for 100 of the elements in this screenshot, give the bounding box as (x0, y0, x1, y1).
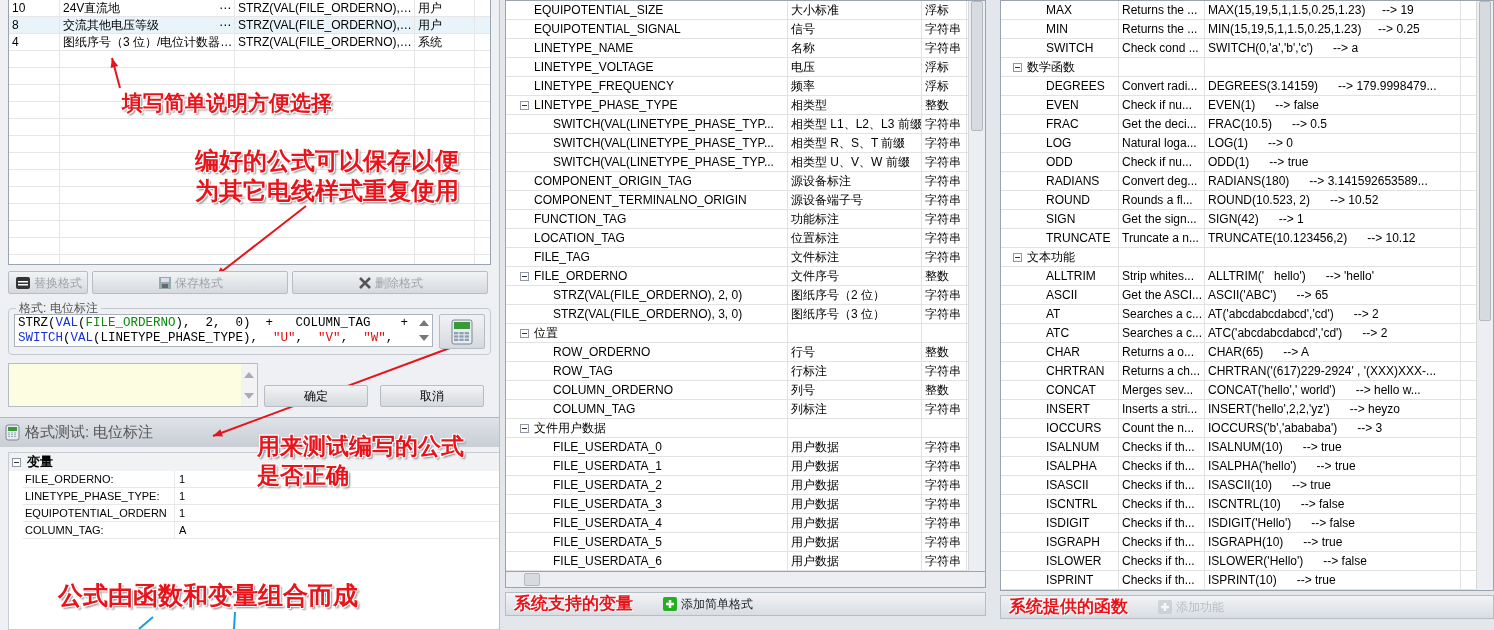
tree-item[interactable]: SWITCH (1046, 39, 1094, 57)
formula-editor[interactable]: STRZ(VAL(FILE_ORDERNO), 2, 0) + COLUMN_TAG + SWITCH(VAL(LINETYPE_PHASE_TYPE), "U", "V", "W", (14, 314, 433, 347)
description-text: 频率 (791, 79, 815, 93)
tree-item[interactable]: ROW_TAG (553, 362, 613, 380)
tree-item[interactable]: LINETYPE_VOLTAGE (534, 58, 654, 76)
ellipsis-button[interactable]: ⋯ (219, 0, 231, 16)
description-text: Checks if th... (1122, 554, 1195, 568)
property-name: COLUMN_TAG: (23, 522, 175, 538)
tree-item[interactable]: ASCII (1046, 286, 1078, 304)
tree-item[interactable]: ISALNUM (1046, 438, 1100, 456)
cancel-button[interactable]: 取消 (380, 385, 484, 407)
tree-group[interactable]: 文件用户数据 (534, 419, 606, 437)
tree-item[interactable]: FILE_USERDATA_5 (553, 533, 662, 551)
tree-item[interactable]: SIGN (1046, 210, 1076, 228)
tree-item[interactable]: DEGREES (1046, 77, 1105, 95)
tree-group[interactable]: 数学函数 (1027, 58, 1075, 76)
annotation-text: 编好的公式可以保存以便 为其它电线样式重复使用 (195, 146, 459, 206)
tree-item[interactable]: ISLOWER (1046, 552, 1102, 570)
description-text: Check if nu... (1122, 98, 1193, 112)
tree-item[interactable]: TRUNCATE (1046, 229, 1111, 247)
tree-group[interactable]: LINETYPE_PHASE_TYPE (534, 96, 678, 114)
ellipsis-button[interactable]: ⋯ (219, 17, 231, 33)
description-text: Check cond ... (1122, 41, 1199, 55)
add-button[interactable]: 添加简单格式 (663, 595, 753, 613)
description-text: Merges sev... (1122, 383, 1194, 397)
tree-item[interactable]: EQUIPOTENTIAL_SIZE (534, 1, 664, 19)
example-text: IOCCURS('b','abababa') --> 3 (1208, 421, 1383, 435)
tree-item[interactable]: LINETYPE_FREQUENCY (534, 77, 675, 95)
category-label: 变量 (27, 453, 53, 472)
tree-item[interactable]: COLUMN_ORDERNO (553, 381, 673, 399)
type-label: 字符串 (925, 117, 961, 131)
table-cell: 系统 (415, 34, 475, 50)
tree-item[interactable]: COMPONENT_TERMINALNO_ORIGIN (534, 191, 747, 209)
tree-item[interactable]: COLUMN_TAG (553, 400, 636, 418)
tree-item[interactable]: SWITCH(VAL(LINETYPE_PHASE_TYP... (553, 153, 774, 171)
tree-group[interactable]: 位置 (534, 324, 558, 342)
table-cell: STRZ(VAL(FILE_ORDERNO),… (235, 17, 415, 33)
tree-item[interactable]: FUNCTION_TAG (534, 210, 627, 228)
example-text: CONCAT('hello',' world') --> hello w... (1208, 383, 1421, 397)
tree-item[interactable]: ISPRINT (1046, 571, 1094, 589)
tree-item[interactable]: ROW_ORDERNO (553, 343, 651, 361)
tree-item[interactable]: COMPONENT_ORIGIN_TAG (534, 172, 692, 190)
description-text: Checks if th... (1122, 459, 1195, 473)
tree-item[interactable]: FILE_USERDATA_3 (553, 495, 662, 513)
tree-item[interactable]: MIN (1046, 20, 1068, 38)
tree-item[interactable]: STRZ(VAL(FILE_ORDERNO), 3, 0) (553, 305, 743, 323)
description-text: 行标注 (791, 364, 827, 378)
example-text: INSERT('hello',2,2,'yz') --> heyzo (1208, 402, 1400, 416)
tree-item[interactable]: IOCCURS (1046, 419, 1102, 437)
description-text: Checks if th... (1122, 478, 1195, 492)
tree-item[interactable]: ISASCII (1046, 476, 1089, 494)
tree-item[interactable]: EVEN (1046, 96, 1079, 114)
description-text: 用户数据 (791, 497, 839, 511)
description-text: Searches a c... (1122, 307, 1203, 321)
tree-group[interactable]: FILE_ORDERNO (534, 267, 628, 285)
tree-item[interactable]: CHRTRAN (1046, 362, 1105, 380)
example-text: ISPRINT(10) --> true (1208, 573, 1336, 587)
tree-item[interactable]: CONCAT (1046, 381, 1096, 399)
tree-group[interactable]: 文本功能 (1027, 248, 1075, 266)
description-text: 信号 (791, 22, 815, 36)
tree-item[interactable]: FILE_USERDATA_6 (553, 552, 662, 570)
description-text: 功能标注 (791, 212, 839, 226)
tree-item[interactable]: FILE_TAG (534, 248, 590, 266)
ok-button[interactable]: 确定 (264, 385, 368, 407)
property-value: 1 (178, 472, 186, 487)
tree-item[interactable]: ISCNTRL (1046, 495, 1098, 513)
tree-item[interactable]: ATC (1046, 324, 1070, 342)
tree-item[interactable]: INSERT (1046, 400, 1090, 418)
tree-item[interactable]: CHAR (1046, 343, 1080, 361)
selected-row[interactable]: 8 交流其他电压等级 ⋯ STRZ(VAL(FILE_ORDERNO),… 用户 (9, 17, 490, 34)
tree-item[interactable]: FILE_USERDATA_1 (553, 457, 662, 475)
tree-item[interactable]: FRAC (1046, 115, 1079, 133)
description-text: 行号 (791, 345, 815, 359)
tree-item[interactable]: SWITCH(VAL(LINETYPE_PHASE_TYP... (553, 115, 774, 133)
example-text: ISDIGIT('Hello') --> false (1208, 516, 1355, 530)
tree-item[interactable]: ISDIGIT (1046, 514, 1090, 532)
tree-item[interactable]: AT (1046, 305, 1061, 323)
tree-item[interactable]: LOG (1046, 134, 1072, 152)
tree-item[interactable]: STRZ(VAL(FILE_ORDERNO), 2, 0) (553, 286, 743, 304)
tree-item[interactable]: MAX (1046, 1, 1072, 19)
type-label: 字符串 (925, 478, 961, 492)
example-text: AT('abcdabcdabcd','cd') --> 2 (1208, 307, 1379, 321)
tree-item[interactable]: ISALPHA (1046, 457, 1097, 475)
tree-item[interactable]: ODD (1046, 153, 1073, 171)
type-label: 字符串 (925, 136, 961, 150)
table-cell: 交流其他电压等级 (63, 17, 159, 33)
description-text: 相类型 L1、L2、L3 前缀 (791, 117, 921, 131)
tree-item[interactable]: FILE_USERDATA_2 (553, 476, 662, 494)
tree-item[interactable]: FILE_USERDATA_4 (553, 514, 662, 532)
tree-item[interactable]: FILE_USERDATA_0 (553, 438, 662, 456)
tree-item[interactable]: RADIANS (1046, 172, 1100, 190)
tree-item[interactable]: ROUND (1046, 191, 1090, 209)
tree-item[interactable]: LINETYPE_NAME (534, 39, 634, 57)
example-text: MAX(15,19,5,1,1.5,0.25,1.23) --> 19 (1208, 3, 1414, 17)
tree-item[interactable]: SWITCH(VAL(LINETYPE_PHASE_TYP... (553, 134, 774, 152)
tree-item[interactable]: EQUIPOTENTIAL_SIGNAL (534, 20, 681, 38)
tree-item[interactable]: ALLTRIM (1046, 267, 1096, 285)
tree-item[interactable]: LOCATION_TAG (534, 229, 625, 247)
tree-item[interactable]: ISGRAPH (1046, 533, 1100, 551)
example-text: FRAC(10.5) --> 0.5 (1208, 117, 1328, 131)
